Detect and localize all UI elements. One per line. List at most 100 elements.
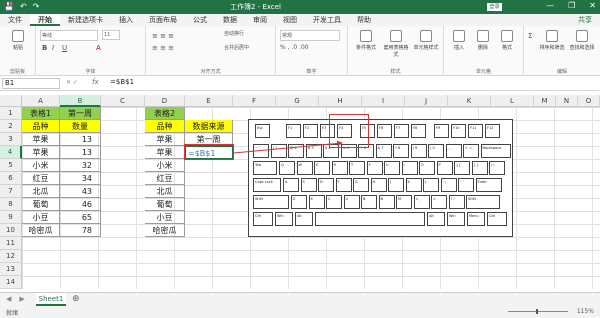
paste-button[interactable]: 粘贴: [6, 30, 30, 51]
prev-sheet-icon[interactable]: ◀: [6, 295, 11, 303]
table1-item[interactable]: 北瓜: [22, 185, 60, 198]
table1-qty[interactable]: 78: [60, 224, 101, 237]
delete-cells-button[interactable]: 删除: [472, 30, 494, 51]
font-color-icon[interactable]: A: [96, 44, 101, 52]
zoom-level[interactable]: 115%: [577, 308, 594, 315]
select-all-corner[interactable]: [0, 95, 22, 107]
table1-item[interactable]: 苹果: [22, 133, 60, 146]
undo-icon[interactable]: ↶: [20, 2, 27, 11]
table1-qty[interactable]: 46: [60, 198, 101, 211]
tab-view[interactable]: 视图: [275, 14, 305, 26]
row-header[interactable]: 14: [0, 276, 22, 289]
table1-item[interactable]: 苹果: [22, 146, 60, 159]
table1-qty[interactable]: 65: [60, 211, 101, 224]
table2-item[interactable]: 北瓜: [145, 185, 185, 198]
next-sheet-icon[interactable]: ▶: [19, 295, 24, 303]
bold-icon[interactable]: B: [42, 44, 47, 52]
sort-filter-button[interactable]: 排序和筛选: [538, 30, 566, 51]
formula-bar-icons[interactable]: ✕ ✓: [66, 79, 78, 86]
number-format-select[interactable]: 常规: [280, 30, 340, 41]
zoom-slider-thumb[interactable]: [536, 309, 538, 314]
tab-help[interactable]: 帮助: [349, 14, 379, 26]
row-header[interactable]: 1: [0, 107, 22, 120]
align-icons[interactable]: ≡ ≡ ≡: [152, 32, 174, 40]
row-header[interactable]: 6: [0, 172, 22, 185]
table2-header[interactable]: 数据来源: [185, 120, 233, 133]
sheet-nav-arrows[interactable]: ◀ ▶: [6, 295, 25, 303]
column-header[interactable]: G: [276, 95, 319, 107]
font-name-select[interactable]: 等线: [40, 30, 98, 41]
fx-icon[interactable]: fx: [92, 78, 99, 86]
row-header[interactable]: 4: [0, 146, 22, 159]
add-sheet-icon[interactable]: ⊕: [72, 294, 80, 304]
formula-input[interactable]: =$B$1: [110, 78, 134, 86]
redo-icon[interactable]: ↷: [33, 2, 40, 11]
column-header[interactable]: E: [185, 95, 233, 107]
find-select-button[interactable]: 查找和选择: [568, 30, 596, 51]
column-header[interactable]: C: [101, 95, 145, 107]
save-icon[interactable]: 💾: [4, 2, 14, 11]
column-header[interactable]: B: [60, 95, 101, 107]
font-size-select[interactable]: 11: [102, 30, 120, 40]
table1-title[interactable]: 表格1: [22, 107, 60, 120]
row-header[interactable]: 8: [0, 198, 22, 211]
column-header[interactable]: H: [319, 95, 362, 107]
row-header[interactable]: 13: [0, 263, 22, 276]
keyboard-image[interactable]: Esc F1 F2 F3 F4 F5 F6 F7 F8 F9 F10 F11 F12 ~ `! 1 @ 2 #…: [248, 119, 513, 237]
underline-icon[interactable]: U: [62, 44, 67, 52]
column-header[interactable]: A: [22, 95, 60, 107]
column-header[interactable]: F: [233, 95, 276, 107]
row-header[interactable]: 12: [0, 250, 22, 263]
login-button[interactable]: 登录: [487, 3, 502, 11]
table1-item[interactable]: 哈密瓜: [22, 224, 60, 237]
align-icons-2[interactable]: ≡ ≡ ≡: [152, 44, 174, 52]
tab-insert[interactable]: 插入: [111, 14, 141, 26]
table2-header[interactable]: 品种: [145, 120, 185, 133]
insert-cells-button[interactable]: 插入: [448, 30, 470, 51]
number-icons[interactable]: % , .0 .00: [280, 44, 309, 51]
column-header[interactable]: N: [556, 95, 578, 107]
column-header[interactable]: D: [145, 95, 185, 107]
format-table-button[interactable]: 套用表格格式: [382, 30, 410, 58]
tab-review[interactable]: 审阅: [245, 14, 275, 26]
tab-home[interactable]: 开始: [30, 14, 60, 26]
tab-developer[interactable]: 开发工具: [305, 14, 349, 26]
tab-data[interactable]: 数据: [215, 14, 245, 26]
table1-qty[interactable]: 32: [60, 159, 101, 172]
table2-item[interactable]: 小米: [145, 159, 185, 172]
row-header[interactable]: 9: [0, 211, 22, 224]
table1-qty[interactable]: 13: [60, 146, 101, 159]
format-cells-button[interactable]: 格式: [496, 30, 518, 51]
table1-item[interactable]: 红豆: [22, 172, 60, 185]
row-header[interactable]: 5: [0, 159, 22, 172]
table2-item[interactable]: 苹果: [145, 133, 185, 146]
table2-item[interactable]: 哈密瓜: [145, 224, 185, 237]
cell-styles-button[interactable]: 单元格样式: [412, 30, 440, 51]
tab-page-layout[interactable]: 页面布局: [141, 14, 185, 26]
table2-title[interactable]: 表格2: [145, 107, 185, 120]
sum-icon[interactable]: Σ: [528, 32, 532, 40]
column-header[interactable]: K: [448, 95, 491, 107]
table1-title2[interactable]: 第一周: [60, 107, 101, 120]
close-button[interactable]: ✕: [589, 1, 596, 10]
table2-item[interactable]: 小豆: [145, 211, 185, 224]
row-header[interactable]: 10: [0, 224, 22, 237]
column-header[interactable]: L: [491, 95, 534, 107]
tab-formulas[interactable]: 公式: [185, 14, 215, 26]
column-header[interactable]: I: [362, 95, 405, 107]
sheet-tab[interactable]: Sheet1: [36, 293, 66, 306]
tab-new[interactable]: 新建选项卡: [60, 14, 111, 26]
tab-file[interactable]: 文件: [0, 14, 30, 26]
row-header[interactable]: 2: [0, 120, 22, 133]
table1-qty[interactable]: 34: [60, 172, 101, 185]
table1-header[interactable]: 数量: [60, 120, 101, 133]
name-box[interactable]: B1: [2, 78, 60, 89]
conditional-format-button[interactable]: 条件格式: [352, 30, 380, 51]
share-button[interactable]: 共享: [570, 14, 600, 26]
italic-icon[interactable]: I: [52, 44, 54, 52]
table1-item[interactable]: 葡萄: [22, 198, 60, 211]
table1-header[interactable]: 品种: [22, 120, 60, 133]
column-header[interactable]: J: [405, 95, 448, 107]
table1-qty[interactable]: 43: [60, 185, 101, 198]
table1-qty[interactable]: 13: [60, 133, 101, 146]
